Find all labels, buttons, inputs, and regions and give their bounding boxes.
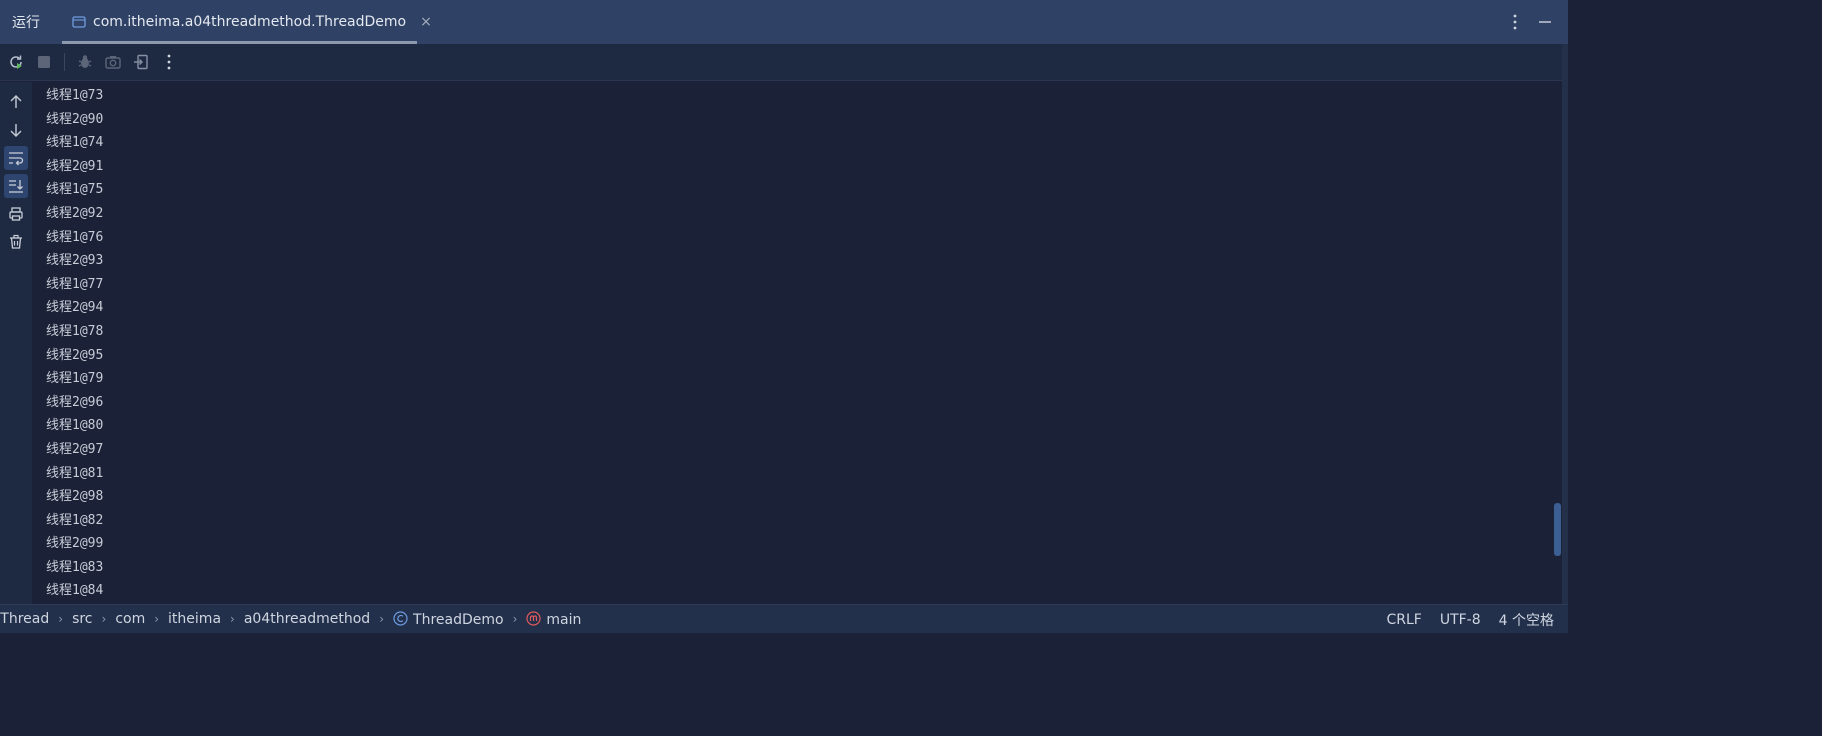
line-ending-indicator[interactable]: CRLF (1386, 612, 1421, 628)
run-tool-window-header: 运行 com.itheima.a04threadmethod.ThreadDem… (0, 0, 1568, 44)
breadcrumb-method[interactable]: main (526, 610, 582, 628)
method-label: main (546, 611, 582, 628)
console-line: 线程1@83 (46, 559, 104, 575)
console-line: 线程2@96 (46, 394, 104, 410)
close-icon[interactable]: × (420, 14, 432, 30)
console-line: 线程1@75 (46, 182, 104, 198)
status-bar: yThread › src › com › itheima › a04threa… (0, 604, 1568, 633)
tab-label: com.itheima.a04threadmethod.ThreadDemo (93, 14, 407, 30)
console-line: 线程1@76 (46, 229, 104, 245)
chevron-right-icon: › (154, 612, 160, 626)
console-side-toolbar (0, 82, 32, 604)
up-arrow-icon[interactable] (4, 90, 28, 114)
breadcrumb-class[interactable]: ThreadDemo (393, 610, 504, 628)
debug-icon[interactable] (73, 50, 97, 74)
console-line: 线程2@98 (46, 489, 104, 505)
console-line: 线程2@93 (46, 253, 104, 269)
run-title: 运行 (12, 15, 40, 31)
console-line: 线程2@97 (46, 441, 104, 457)
console-line: 线程1@74 (46, 135, 104, 151)
breadcrumb-src[interactable]: src (72, 611, 92, 627)
exit-icon[interactable] (129, 50, 153, 74)
trash-icon[interactable] (4, 230, 28, 254)
breadcrumb-itheima[interactable]: itheima (168, 611, 221, 627)
console-line: 线程1@78 (46, 323, 104, 339)
console-line: 线程1@82 (46, 512, 104, 528)
chevron-right-icon: › (101, 612, 107, 626)
breadcrumb: yThread › src › com › itheima › a04threa… (0, 610, 582, 628)
console-line: 线程2@99 (46, 536, 104, 552)
print-icon[interactable] (4, 202, 28, 226)
indent-indicator[interactable]: 4 个空格 (1499, 610, 1554, 630)
console-output[interactable]: 线程1@73 线程2@90 线程1@74 线程2@91 线程1@75 线程2@92 线程1@… (32, 82, 1552, 604)
screenshot-icon[interactable] (101, 50, 125, 74)
console-line: 线程2@95 (46, 347, 104, 363)
console-line: 线程1@77 (46, 276, 104, 292)
breadcrumb-com[interactable]: com (115, 611, 145, 627)
console-line: 线程2@94 (46, 300, 104, 316)
class-label: ThreadDemo (413, 611, 504, 628)
soft-wrap-icon[interactable] (4, 146, 28, 170)
breadcrumb-package[interactable]: a04threadmethod (244, 611, 370, 627)
console-line: 线程1@80 (46, 418, 104, 434)
chevron-right-icon: › (379, 612, 385, 626)
toolbar-more-icon[interactable] (157, 50, 181, 74)
chevron-right-icon: › (512, 612, 518, 626)
scrollbar-thumb[interactable] (1554, 503, 1561, 556)
class-icon (393, 610, 408, 626)
right-edge-strip (1562, 44, 1568, 604)
rerun-icon[interactable] (4, 50, 28, 74)
console-line: 线程2@91 (46, 158, 104, 174)
tab-threaddemo[interactable]: com.itheima.a04threadmethod.ThreadDemo × (62, 0, 432, 44)
console-line: 线程2@92 (46, 205, 104, 221)
breadcrumb-project[interactable]: yThread (0, 611, 49, 627)
console-line: 线程1@81 (46, 465, 104, 481)
console-window-icon (72, 15, 86, 29)
method-icon (526, 610, 541, 626)
console-line: 线程2@90 (46, 111, 104, 127)
chevron-right-icon: › (58, 612, 64, 626)
minimize-icon[interactable] (1536, 12, 1554, 32)
chevron-right-icon: › (230, 612, 235, 626)
console-line: 线程1@73 (46, 88, 104, 103)
more-options-icon[interactable] (1506, 12, 1524, 32)
console-line: 线程1@79 (46, 371, 104, 387)
down-arrow-icon[interactable] (4, 118, 28, 142)
encoding-indicator[interactable]: UTF-8 (1440, 612, 1481, 628)
run-toolbar (0, 44, 1568, 81)
stop-icon[interactable] (32, 50, 56, 74)
console-line: 线程1@84 (46, 583, 104, 599)
toolbar-divider (64, 53, 65, 71)
scroll-to-end-icon[interactable] (4, 174, 28, 198)
